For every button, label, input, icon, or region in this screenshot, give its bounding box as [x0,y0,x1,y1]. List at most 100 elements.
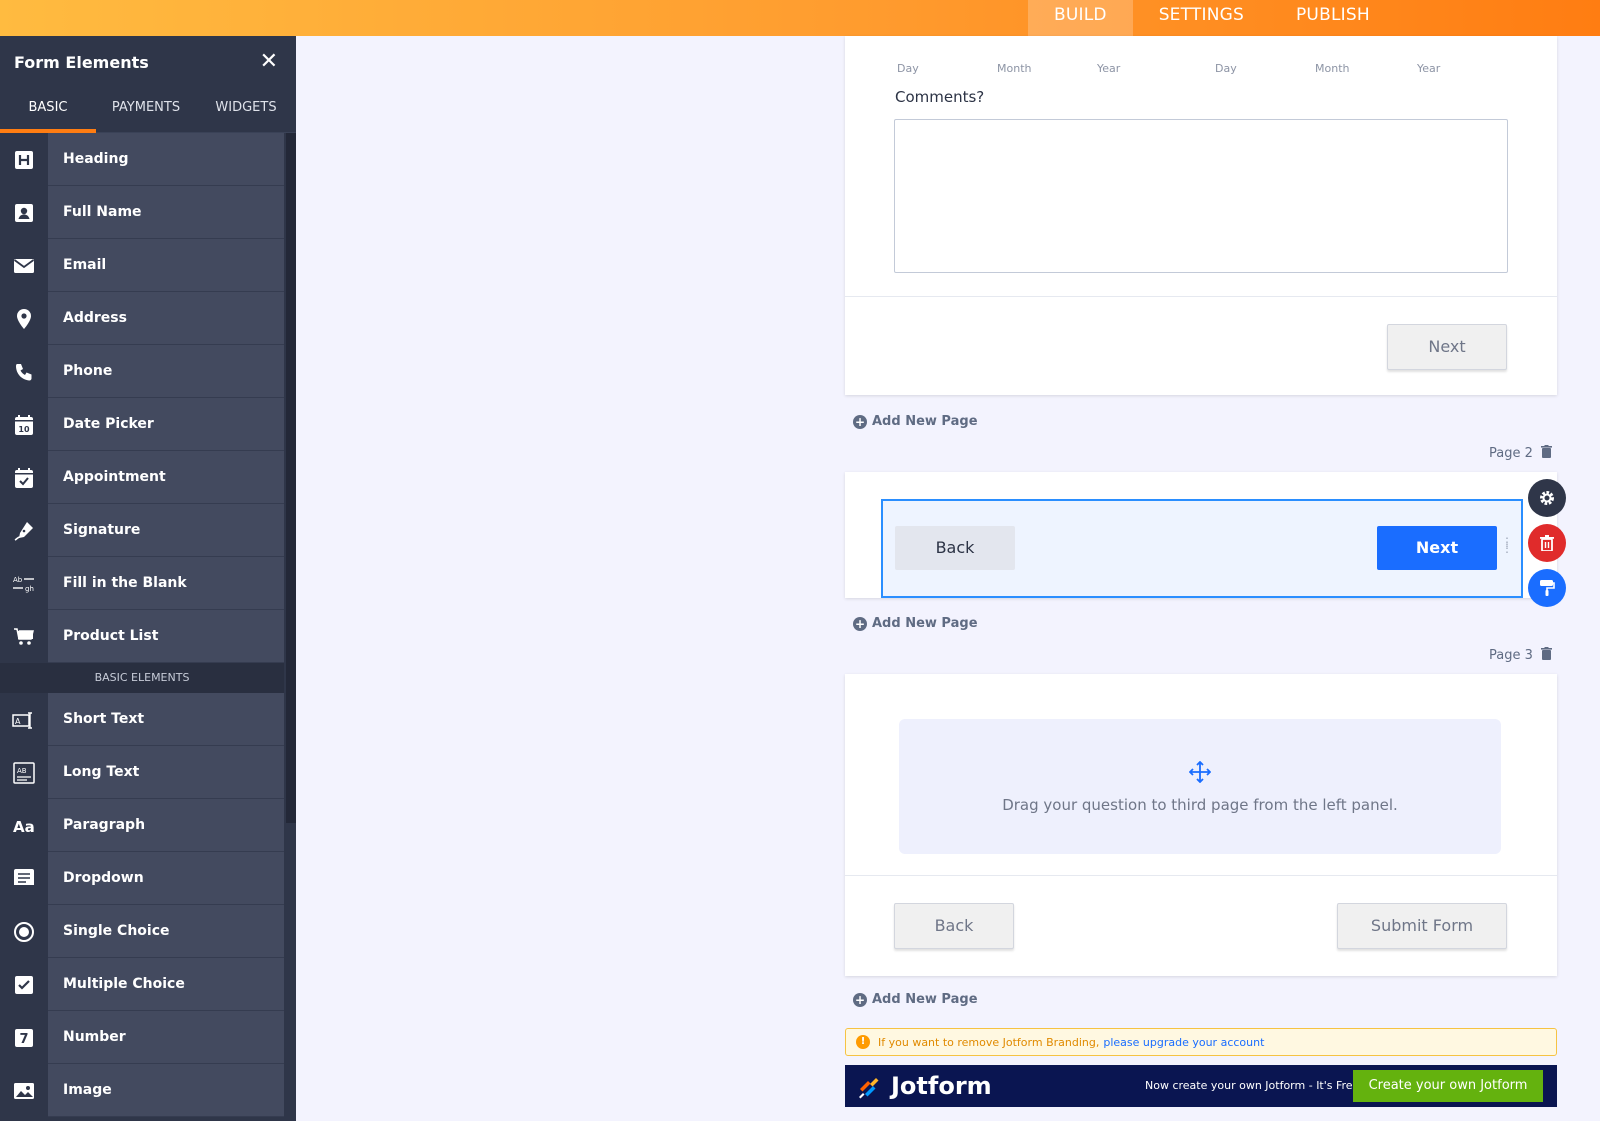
plus-icon: + [853,414,867,429]
panel-scrollbar[interactable] [286,133,296,823]
short-text-icon: A [0,693,48,746]
sidebar-item-fill-in-the-blank[interactable]: Ab gh Fill in the Blank [0,557,284,610]
sidebar-item-address[interactable]: Address [0,292,284,345]
sidebar-item-label: Heading [48,133,284,185]
sidebar-item-full-name[interactable]: Full Name [0,186,284,239]
sidebar-item-single-choice[interactable]: Single Choice [0,905,284,958]
calendar-check-icon [0,451,48,504]
sidebar-item-appointment[interactable]: Appointment [0,451,284,504]
section-header-basic-elements: BASIC ELEMENTS [0,663,284,693]
tab-widgets[interactable]: WIDGETS [196,88,296,133]
settings-gear-icon[interactable] [1528,479,1566,517]
radio-icon [0,905,48,958]
drag-handle-icon[interactable]: ⋮ ⋮ [1501,536,1513,554]
comments-label: Comments? [895,88,985,106]
sidebar-item-dropdown[interactable]: Dropdown [0,852,284,905]
close-icon[interactable]: ✕ [260,51,278,73]
svg-text:gh: gh [25,585,34,593]
form-page-3: Drag your question to third page from th… [845,674,1557,976]
svg-text:AB: AB [17,767,27,775]
sidebar-item-signature[interactable]: Signature [0,504,284,557]
tab-publish[interactable]: PUBLISH [1270,0,1396,36]
sidebar-item-label: Full Name [48,186,284,238]
sidebar-item-short-text[interactable]: A Short Text [0,693,284,746]
sidebar-item-label: Phone [48,345,284,397]
drop-zone-text: Drag your question to third page from th… [1002,796,1398,814]
calendar-icon: 10 [0,398,48,451]
panel-title: Form Elements [14,52,149,72]
sidebar-item-email[interactable]: Email [0,239,284,292]
form-page-2: Back Next ⋮ ⋮ [845,472,1557,598]
sidebar-item-label: Fill in the Blank [48,557,284,609]
sidebar-item-phone[interactable]: Phone [0,345,284,398]
brand-tagline: Now create your own Jotform - It's Free [1145,1079,1360,1092]
add-new-page-link[interactable]: + Add New Page [853,414,978,429]
paragraph-icon: Aa [0,799,48,852]
selected-page-break-field[interactable]: Back Next ⋮ ⋮ [881,499,1523,598]
top-nav: BUILD SETTINGS PUBLISH [1028,0,1396,36]
add-new-page-link[interactable]: + Add New Page [853,616,978,631]
date-sublabel: Day [897,62,919,75]
trash-icon[interactable] [1540,445,1552,462]
element-list: Heading Full Name Email Address Phone 10… [0,133,284,1117]
submit-form-button[interactable]: Submit Form [1337,903,1507,949]
next-button[interactable]: Next [1377,526,1497,570]
heading-icon [0,133,48,186]
delete-trash-icon[interactable] [1528,524,1566,562]
envelope-icon [0,239,48,292]
sidebar-item-multiple-choice[interactable]: Multiple Choice [0,958,284,1011]
page-3-label: Page 3 [1489,647,1552,664]
number-icon: 7 [0,1011,48,1064]
back-button[interactable]: Back [894,903,1014,949]
date-sublabel: Year [1417,62,1441,75]
sidebar-item-date-picker[interactable]: 10 Date Picker [0,398,284,451]
long-text-icon: AB [0,746,48,799]
jotform-logo-icon [857,1075,881,1103]
sidebar-item-label: Image [48,1064,284,1116]
add-page-label: Add New Page [872,616,978,631]
date-sublabel: Day [1215,62,1237,75]
tab-payments[interactable]: PAYMENTS [96,88,196,133]
create-your-own-jotform-button[interactable]: Create your own Jotform [1353,1070,1543,1102]
date-sublabel: Year [1097,62,1121,75]
add-new-page-link[interactable]: + Add New Page [853,992,978,1007]
notice-text: If you want to remove Jotform Branding, [878,1035,1100,1049]
fill-blank-icon: Ab gh [0,557,48,610]
phone-icon [0,345,48,398]
sidebar-item-product-list[interactable]: Product List [0,610,284,663]
page-number: Page 3 [1489,648,1533,663]
tab-build[interactable]: BUILD [1028,0,1133,36]
back-button[interactable]: Back [895,526,1015,570]
sidebar-item-heading[interactable]: Heading [0,133,284,186]
checkbox-icon [0,958,48,1011]
upgrade-link[interactable]: please upgrade your account [1103,1036,1264,1049]
location-pin-icon [0,292,48,345]
svg-text:Aa: Aa [13,818,35,835]
sidebar-item-label: Product List [48,610,284,662]
sidebar-item-long-text[interactable]: AB Long Text [0,746,284,799]
divider [845,875,1557,876]
brand-name: Jotform [891,1072,992,1100]
dropdown-icon [0,852,48,905]
page-2-label: Page 2 [1489,445,1552,462]
sidebar-item-paragraph[interactable]: Aa Paragraph [0,799,284,852]
next-button[interactable]: Next [1387,324,1507,370]
sidebar-item-image[interactable]: Image [0,1064,284,1117]
paint-roller-icon[interactable] [1528,569,1566,607]
panel-tabs: BASIC PAYMENTS WIDGETS [0,88,296,133]
trash-icon[interactable] [1540,647,1552,664]
sidebar-item-label: Single Choice [48,905,284,957]
comments-textarea[interactable] [894,119,1508,273]
add-page-label: Add New Page [872,414,978,429]
drop-zone[interactable]: Drag your question to third page from th… [899,719,1501,854]
tab-basic[interactable]: BASIC [0,88,96,133]
sidebar-item-number[interactable]: 7 Number [0,1011,284,1064]
move-arrows-icon [1188,760,1212,787]
sidebar-item-label: Multiple Choice [48,958,284,1010]
plus-icon: + [853,992,867,1007]
sidebar-item-label: Number [48,1011,284,1063]
pen-icon [0,504,48,557]
date-sublabel: Month [997,62,1032,75]
sidebar-item-label: Signature [48,504,284,556]
tab-settings[interactable]: SETTINGS [1133,0,1270,36]
